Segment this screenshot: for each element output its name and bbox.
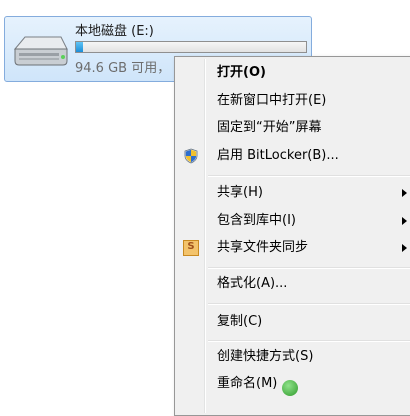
menu-item-label: 包含到库中(I) [217, 213, 296, 228]
menu-separator [208, 175, 410, 177]
menu-item-open-new-window[interactable]: 在新窗口中打开(E) [177, 89, 410, 113]
menu-item-include-in-library[interactable]: 包含到库中(I) [177, 209, 410, 233]
menu-item-label: 打开(O) [217, 65, 266, 80]
menu-item-format[interactable]: 格式化(A)... [177, 272, 410, 296]
menu-item-open[interactable]: 打开(O) [177, 61, 410, 85]
menu-item-share[interactable]: 共享(H) [177, 181, 410, 205]
submenu-arrow-icon [402, 189, 407, 197]
menu-item-copy[interactable]: 复制(C) [177, 310, 410, 334]
menu-item-label: 重命名(M) [217, 376, 278, 391]
menu-item-label: 启用 BitLocker(B)... [217, 148, 339, 163]
menu-item-create-shortcut[interactable]: 创建快捷方式(S) [177, 345, 410, 369]
menu-item-enable-bitlocker[interactable]: 启用 BitLocker(B)... [177, 144, 410, 168]
submenu-arrow-icon [402, 217, 407, 225]
menu-separator [208, 303, 410, 305]
menu-item-label: 固定到“开始”屏幕 [217, 120, 322, 135]
drive-usage-bar [75, 41, 307, 53]
uac-shield-icon [184, 148, 198, 164]
submenu-arrow-icon [402, 244, 407, 252]
menu-separator [208, 267, 410, 269]
hard-drive-icon [13, 36, 68, 66]
menu-separator [208, 340, 410, 342]
drive-name: 本地磁盘 (E:) [75, 24, 154, 39]
menu-item-label: 共享(H) [217, 185, 263, 200]
drive-usage-fill [76, 42, 83, 52]
menu-item-label: 复制(C) [217, 314, 263, 329]
menu-item-label: 共享文件夹同步 [217, 240, 309, 255]
menu-item-label: 创建快捷方式(S) [217, 349, 314, 364]
context-menu: 打开(O) 在新窗口中打开(E) 固定到“开始”屏幕 启用 BitLocker(… [174, 56, 410, 416]
shared-folder-sync-icon: S [183, 240, 199, 256]
menu-item-pin-to-start[interactable]: 固定到“开始”屏幕 [177, 116, 410, 140]
explorer-content-area: 本地磁盘 (E:) 94.6 GB 可用， 打开(O) 在新窗口中打开(E) 固… [0, 0, 410, 416]
menu-item-sync-shared-folder[interactable]: S 共享文件夹同步 [177, 236, 410, 260]
drive-free-space: 94.6 GB 可用， [75, 61, 171, 76]
menu-item-label: 格式化(A)... [217, 276, 288, 291]
menu-item-label: 在新窗口中打开(E) [217, 93, 327, 108]
